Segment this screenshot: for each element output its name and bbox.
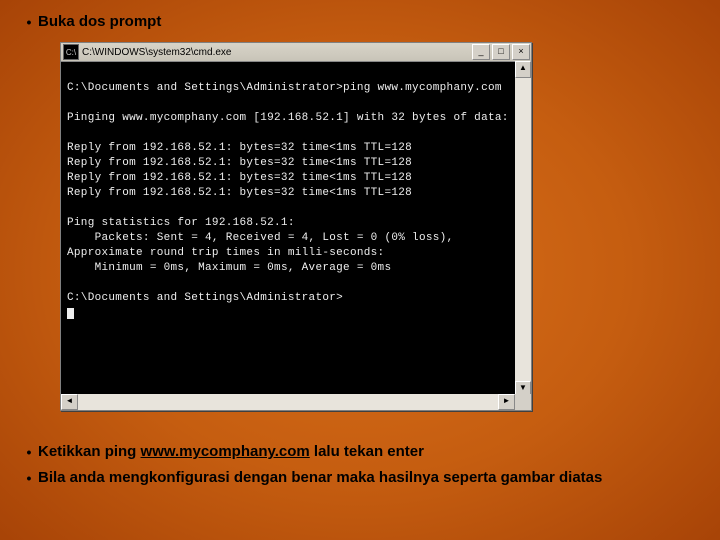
scroll-up-button[interactable]: ▲ — [515, 61, 531, 78]
minimize-button[interactable]: _ — [472, 44, 490, 60]
scroll-right-button[interactable]: ► — [498, 394, 515, 410]
bullet-item: • Ketikkan ping www.mycomphany.com lalu … — [20, 442, 690, 462]
cursor-icon — [67, 308, 74, 319]
ping-url-link[interactable]: www.mycomphany.com — [141, 443, 310, 460]
bullet-item: • Buka dos prompt — [20, 12, 700, 32]
bullet-dot-icon: • — [20, 12, 38, 32]
scrollbar-vertical[interactable]: ▲ ▼ — [515, 61, 531, 394]
bullet-text: Buka dos prompt — [38, 12, 700, 32]
close-button[interactable]: × — [512, 44, 530, 60]
cmd-body[interactable]: C:\Documents and Settings\Administrator>… — [61, 62, 531, 410]
top-bullets: • Buka dos prompt — [20, 12, 700, 38]
bullet-text: Ketikkan ping www.mycomphany.com lalu te… — [38, 442, 690, 462]
scrollbar-corner — [515, 394, 531, 410]
cmd-icon: C:\ — [63, 44, 79, 60]
cmd-window: C:\ C:\WINDOWS\system32\cmd.exe _ □ × C:… — [60, 42, 532, 411]
bullet-dot-icon: • — [20, 468, 38, 488]
bullet-item: • Bila anda mengkonfigurasi dengan benar… — [20, 468, 690, 488]
bottom-bullets: • Ketikkan ping www.mycomphany.com lalu … — [20, 442, 690, 494]
scrollbar-horizontal[interactable]: ◄ ► — [61, 394, 515, 410]
scroll-track-v[interactable] — [515, 78, 531, 381]
slide: • Buka dos prompt C:\ C:\WINDOWS\system3… — [0, 0, 720, 540]
bullet-text: Bila anda mengkonfigurasi dengan benar m… — [38, 468, 690, 488]
bullet-pre: Ketikkan ping — [38, 443, 141, 460]
scroll-left-button[interactable]: ◄ — [61, 394, 78, 410]
scroll-track-h[interactable] — [78, 394, 498, 410]
window-title: C:\WINDOWS\system32\cmd.exe — [82, 47, 471, 58]
cmd-output: C:\Documents and Settings\Administrator>… — [67, 66, 525, 306]
maximize-button[interactable]: □ — [492, 44, 510, 60]
bullet-post: lalu tekan enter — [310, 443, 424, 460]
bullet-dot-icon: • — [20, 442, 38, 462]
titlebar[interactable]: C:\ C:\WINDOWS\system32\cmd.exe _ □ × — [61, 43, 531, 62]
